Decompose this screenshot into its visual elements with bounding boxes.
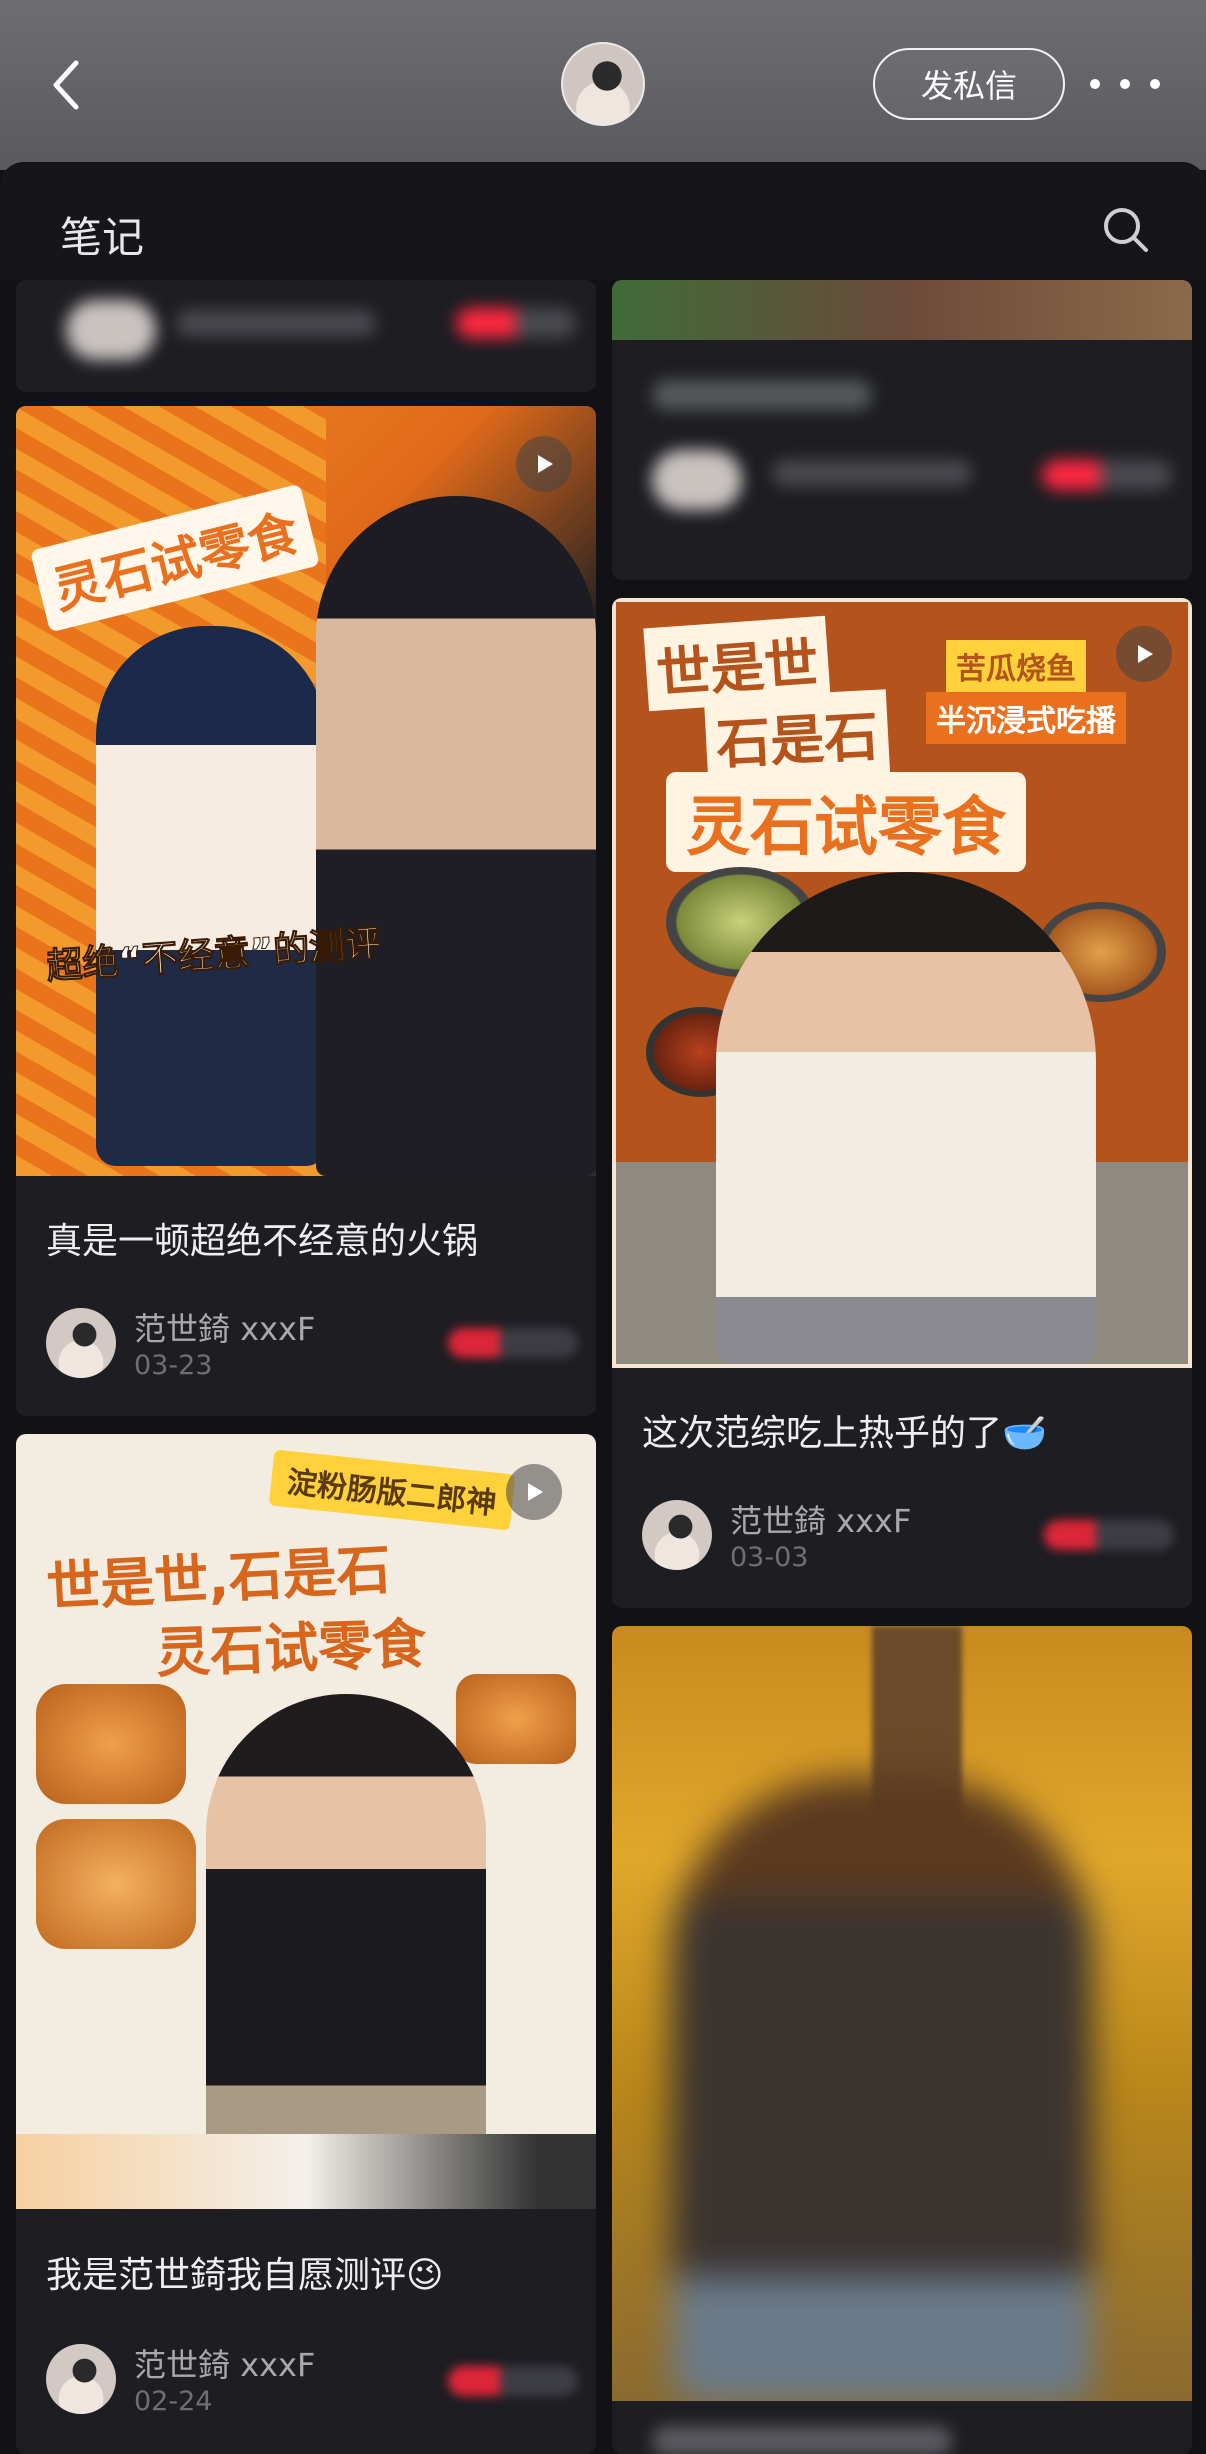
chevron-left-icon — [53, 60, 79, 110]
food-item — [36, 1684, 186, 1804]
note-cover-image — [612, 1626, 1192, 2401]
play-icon — [538, 455, 553, 473]
video-indicator — [506, 1464, 562, 1520]
profile-top-bar: 发私信 — [0, 0, 1206, 170]
blurred-author — [176, 310, 376, 336]
ellipsis-icon — [1090, 79, 1100, 89]
author-name[interactable]: 范世錡 xxxF — [134, 1304, 315, 1350]
note-card[interactable]: 世是世 石是石 苦瓜烧鱼 半沉浸式吃播 灵石试零食 这次范综吃上热乎的了🥣 范世… — [612, 598, 1192, 1608]
send-message-button[interactable]: 发私信 — [873, 48, 1065, 120]
more-options-button[interactable] — [1090, 62, 1160, 106]
note-card[interactable]: 灵石试零食 超绝“不经意”的测评 真是一顿超绝不经意的火锅 范世錡 xxxF 0… — [16, 406, 596, 1416]
blurred-avatar — [66, 300, 156, 360]
note-cover-image: 灵石试零食 超绝“不经意”的测评 — [16, 406, 596, 1176]
note-card-partial-left[interactable] — [16, 280, 596, 392]
note-card[interactable]: 淀粉肠版二郎神 世是世,石是石 灵石试零食 我是范世錡我自愿测评😉 范世錡 xx… — [16, 1434, 596, 2454]
video-indicator — [1116, 626, 1172, 682]
note-title: 我是范世錡我自愿测评😉 — [46, 2255, 444, 2296]
note-title: 这次范综吃上热乎的了🥣 — [642, 1413, 1047, 1454]
blurred-title — [652, 380, 872, 410]
author-avatar[interactable] — [642, 1500, 712, 1570]
note-card-partial-right[interactable] — [612, 280, 1192, 580]
note-title: 真是一顿超绝不经意的火锅 — [46, 1221, 479, 1262]
overlay-tag2: 半沉浸式吃播 — [926, 692, 1126, 744]
note-cover-image: 世是世 石是石 苦瓜烧鱼 半沉浸式吃播 灵石试零食 — [612, 598, 1192, 1368]
video-indicator — [516, 436, 572, 492]
table-foreground — [16, 2134, 596, 2209]
food-item — [456, 1674, 576, 1764]
person-photo — [316, 496, 596, 1176]
author-avatar[interactable] — [46, 1308, 116, 1378]
search-button[interactable] — [1100, 204, 1152, 256]
overlay-line2: 石是石 — [703, 689, 891, 782]
cartoon-character — [96, 626, 326, 1166]
play-icon — [1138, 645, 1153, 663]
ellipsis-dot — [1120, 79, 1130, 89]
like-count-blurred[interactable] — [1044, 1520, 1174, 1550]
blurred-title — [652, 2426, 952, 2454]
ellipsis-dot — [1150, 79, 1160, 89]
person-photo — [206, 1694, 486, 2209]
search-icon — [1104, 208, 1148, 252]
author-name[interactable]: 范世錡 xxxF — [134, 2340, 315, 2386]
blurred-person-photo — [672, 1776, 1092, 2401]
back-button[interactable] — [40, 55, 100, 115]
partial-cover-image — [612, 280, 1192, 340]
person-photo — [716, 872, 1096, 1364]
notes-sheet-header: 笔记 — [0, 162, 1206, 280]
post-date: 03-03 — [730, 1542, 809, 1573]
profile-avatar[interactable] — [561, 42, 645, 126]
overlay-tag1: 苦瓜烧鱼 — [946, 640, 1086, 692]
overlay-line2: 灵石试零食 — [155, 1612, 428, 1685]
play-icon — [528, 1483, 543, 1501]
note-card[interactable] — [612, 1626, 1192, 2454]
notes-sheet: 笔记 灵石试零食 超绝“不经意”的测评 真是一顿超绝不经意的火锅 范世錡 xxx… — [0, 162, 1206, 2454]
overlay-banner: 淀粉肠版二郎神 — [268, 1449, 516, 1531]
post-date: 02-24 — [134, 2386, 213, 2417]
author-avatar[interactable] — [46, 2344, 116, 2414]
blurred-author — [772, 460, 972, 486]
post-date: 03-23 — [134, 1350, 213, 1381]
author-name[interactable]: 范世錡 xxxF — [730, 1496, 911, 1542]
blurred-likes — [456, 308, 576, 338]
food-item — [36, 1819, 196, 1949]
notes-title: 笔记 — [60, 213, 145, 262]
blurred-likes — [1042, 460, 1172, 490]
like-count-blurred[interactable] — [448, 2366, 578, 2396]
overlay-main: 灵石试零食 — [666, 772, 1026, 872]
note-cover-image: 淀粉肠版二郎神 世是世,石是石 灵石试零食 — [16, 1434, 596, 2209]
like-count-blurred[interactable] — [448, 1328, 578, 1358]
blurred-avatar — [652, 450, 742, 510]
